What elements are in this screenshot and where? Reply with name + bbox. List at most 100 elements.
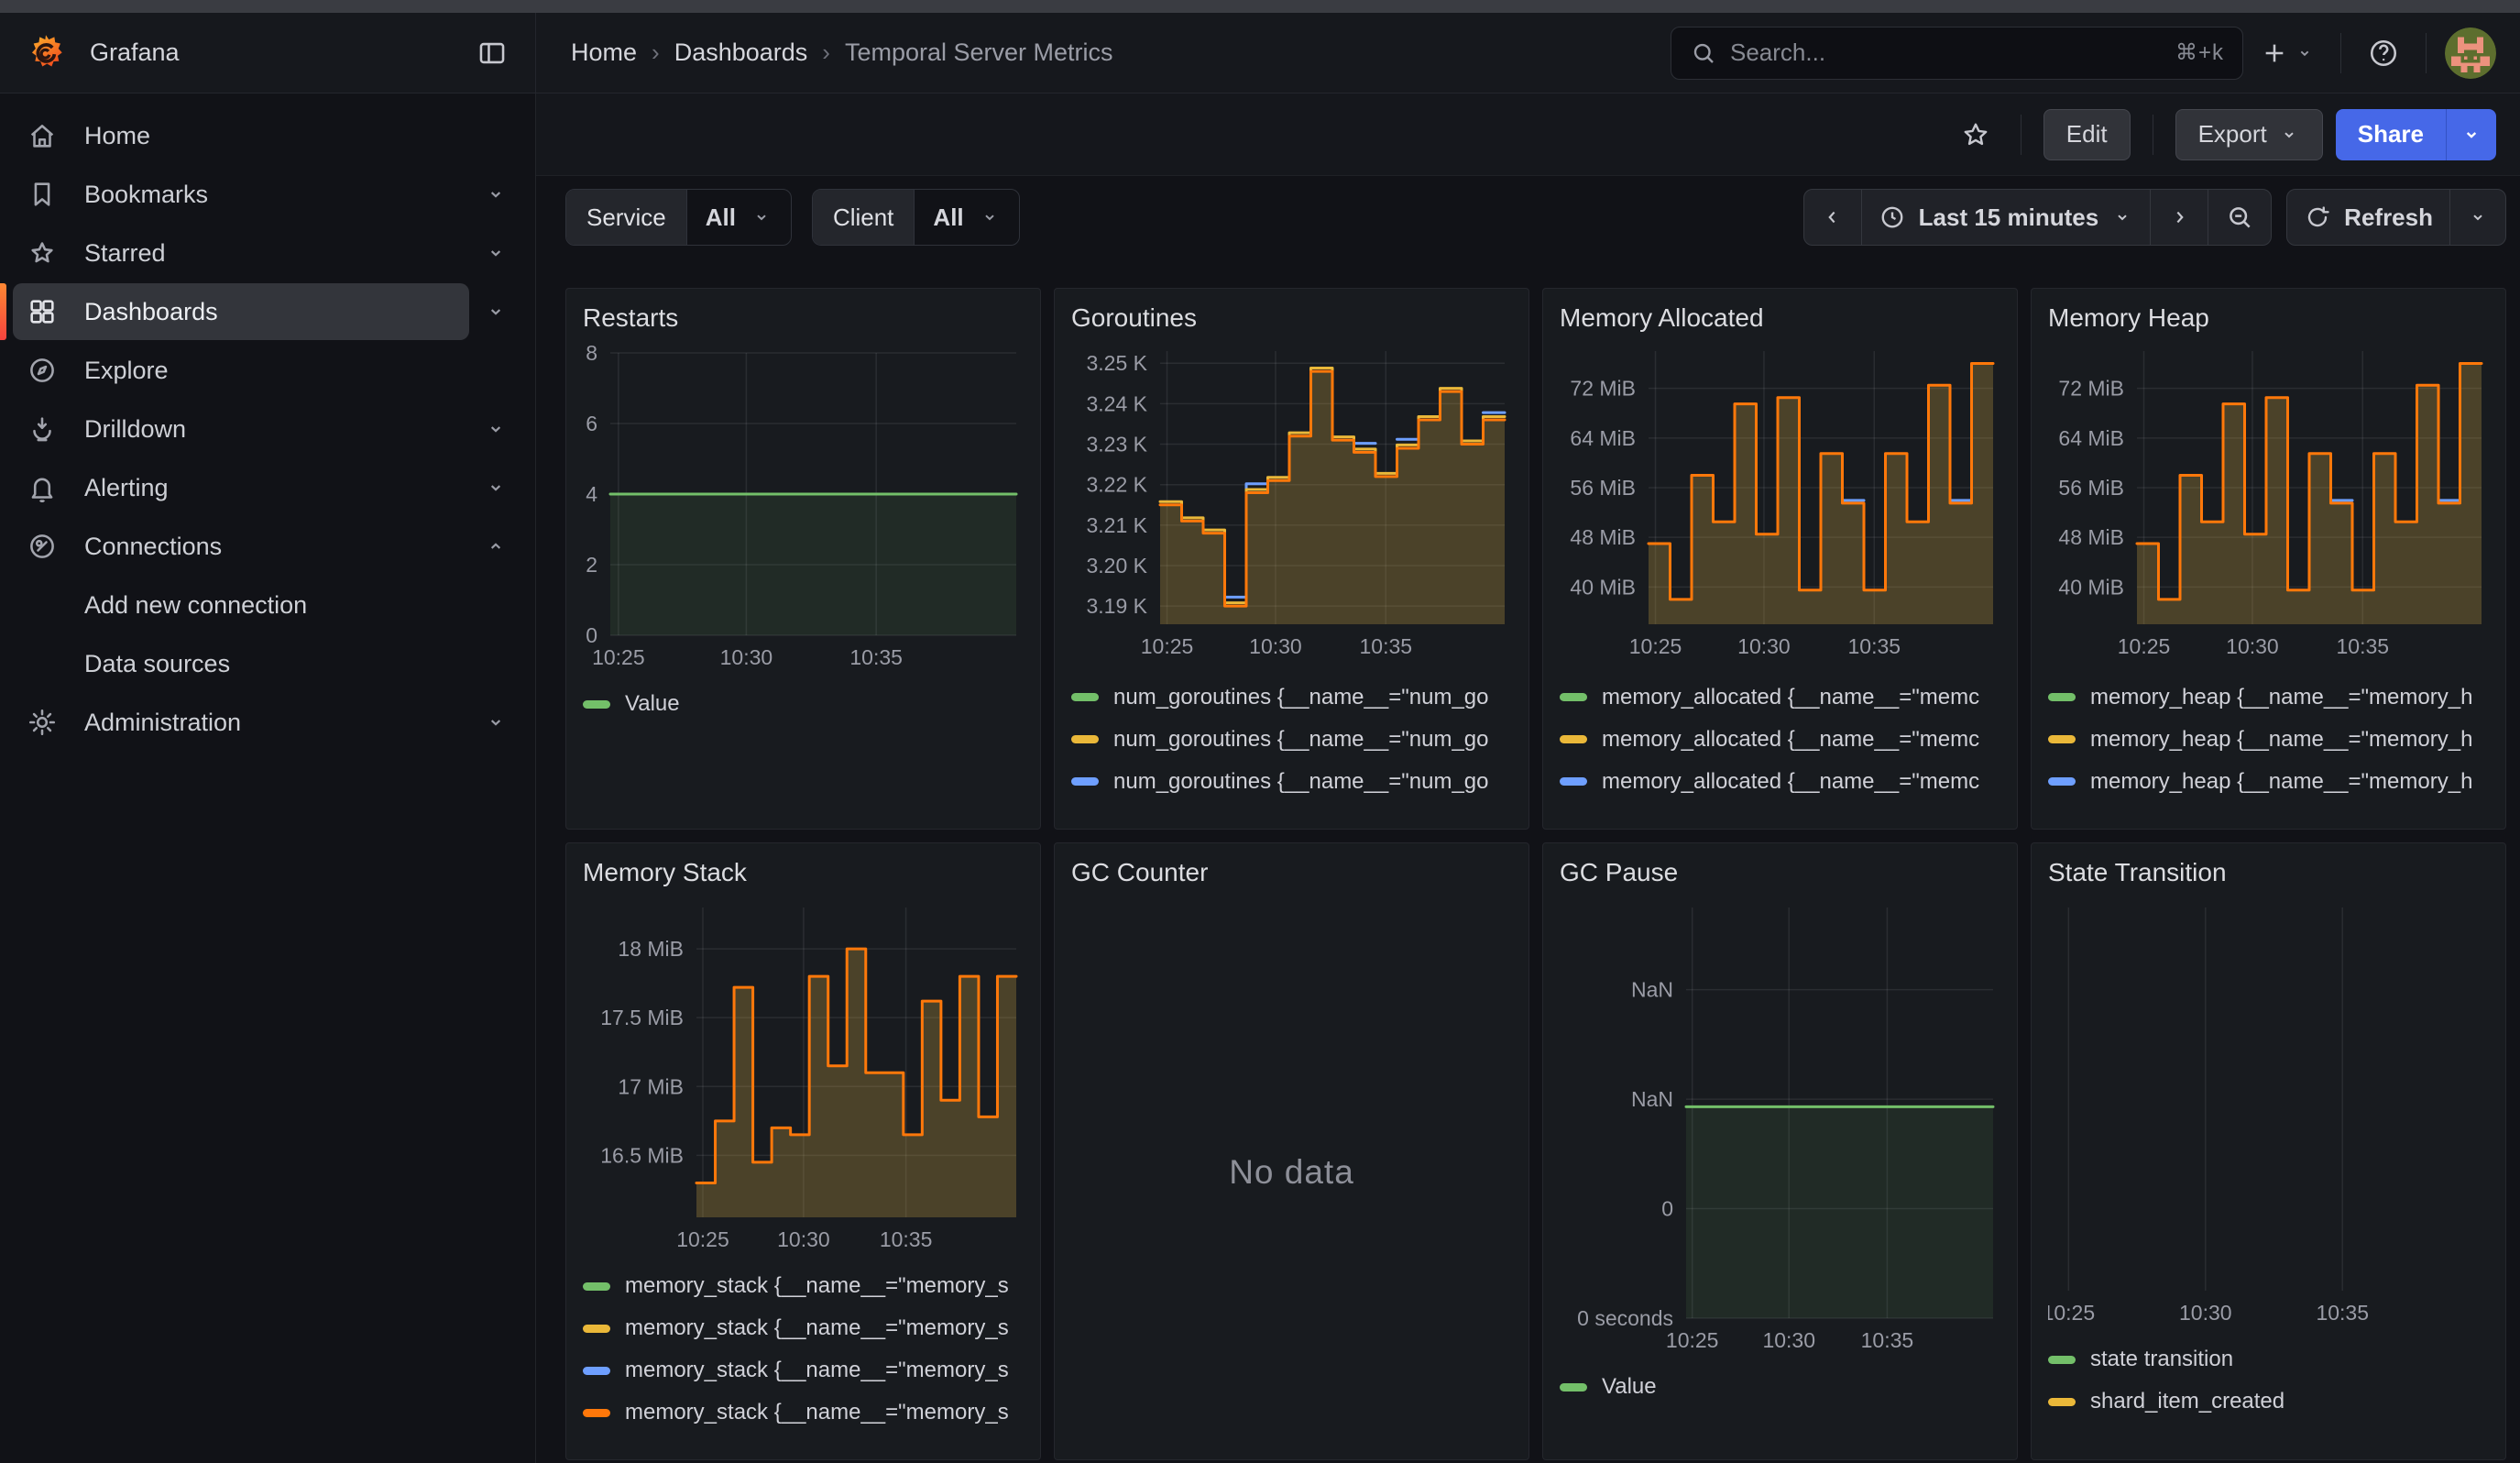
legend-item[interactable]: memory_heap {__name__="memory_h	[2048, 719, 2489, 761]
breadcrumb-home[interactable]: Home	[571, 38, 637, 67]
legend-item[interactable]: memory_heap {__name__="memory_h	[2048, 761, 2489, 803]
panel-title[interactable]: GC Counter	[1071, 858, 1512, 900]
client-variable-value[interactable]: All	[915, 190, 1018, 245]
sidebar-item-connections[interactable]: Connections	[0, 517, 535, 576]
legend-item[interactable]: memory_heap {__name__="memory_h	[2048, 803, 2489, 814]
sidebar-item-home[interactable]: Home	[0, 106, 535, 165]
svg-text:48 MiB: 48 MiB	[1570, 525, 1636, 549]
breadcrumb-separator: ›	[652, 38, 660, 67]
search-input[interactable]	[1730, 38, 2163, 67]
memory-allocated-legend: memory_allocated {__name__="memcmemory_a…	[1560, 676, 2000, 814]
legend-item[interactable]: memory_allocated {__name__="memc	[1560, 676, 2000, 719]
panel-memory-heap: Memory Heap 72 MiB64 MiB56 MiB48 MiB40 M…	[2031, 288, 2506, 830]
sidebar-item-data-sources[interactable]: Data sources	[0, 634, 535, 693]
bookmark-icon	[26, 179, 59, 210]
edit-button[interactable]: Edit	[2043, 109, 2131, 160]
svg-text:10:35: 10:35	[1861, 1328, 1914, 1352]
sidebar-item-label: Drilldown	[84, 415, 186, 444]
panel-title[interactable]: Memory Stack	[583, 858, 1024, 900]
help-button[interactable]	[2360, 29, 2407, 77]
legend-item[interactable]: Value	[1560, 1366, 2000, 1408]
panel-title[interactable]: Memory Heap	[2048, 303, 2489, 344]
legend-item[interactable]: shard_item_created	[2048, 1380, 2489, 1423]
svg-text:10:25: 10:25	[1141, 634, 1194, 658]
svg-text:8: 8	[586, 346, 597, 365]
memory-stack-chart[interactable]: 18 MiB17.5 MiB17 MiB16.5 MiB10:2510:3010…	[583, 900, 1024, 1258]
sidebar-item-explore[interactable]: Explore	[0, 341, 535, 400]
legend-item[interactable]: memory_stack {__name__="memory_s	[583, 1265, 1024, 1307]
service-variable: Service All	[565, 189, 792, 246]
user-avatar[interactable]	[2445, 28, 2496, 79]
breadcrumb-current-page: Temporal Server Metrics	[845, 38, 1113, 67]
memory-allocated-chart[interactable]: 72 MiB64 MiB56 MiB48 MiB40 MiB10:2510:30…	[1560, 344, 2000, 669]
sidebar-item-starred[interactable]: Starred	[0, 224, 535, 282]
breadcrumb-dashboards[interactable]: Dashboards	[674, 38, 808, 67]
svg-text:10:30: 10:30	[1737, 634, 1791, 658]
panel-title[interactable]: Goroutines	[1071, 303, 1512, 344]
search-box[interactable]: ⌘+k	[1671, 27, 2243, 80]
sidebar-item-dashboards[interactable]: Dashboards	[0, 282, 535, 341]
panel-title[interactable]: State Transition	[2048, 858, 2489, 900]
client-variable: Client All	[812, 189, 1020, 246]
svg-text:10:25: 10:25	[592, 645, 645, 669]
star-dashboard-button[interactable]	[1953, 112, 1999, 158]
legend-item[interactable]: memory_allocated {__name__="memc	[1560, 719, 2000, 761]
svg-text:10:35: 10:35	[849, 645, 903, 669]
legend-item[interactable]: memory_heap {__name__="memory_h	[2048, 676, 2489, 719]
restarts-chart[interactable]: 8642010:2510:3010:35	[583, 346, 1024, 676]
zoom-out-time-button[interactable]	[2208, 190, 2271, 245]
panel-title[interactable]: Memory Allocated	[1560, 303, 2000, 344]
window-top-strip	[0, 0, 2520, 13]
panel-title[interactable]: GC Pause	[1560, 858, 2000, 900]
legend-item[interactable]: memory_allocated {__name__="memc	[1560, 761, 2000, 803]
sidebar-toggle-button[interactable]	[469, 30, 515, 76]
memory-heap-chart[interactable]: 72 MiB64 MiB56 MiB48 MiB40 MiB10:2510:30…	[2048, 344, 2489, 669]
refresh-interval-dropdown[interactable]	[2449, 190, 2505, 245]
chevron-down-icon[interactable]	[484, 300, 508, 324]
sidebar-item-alerting[interactable]: Alerting	[0, 458, 535, 517]
legend-label: memory_heap {__name__="memory_h	[2090, 727, 2472, 753]
state-transition-chart[interactable]: 10:2510:3010:35	[2048, 900, 2489, 1331]
chevron-down-icon[interactable]	[484, 182, 508, 206]
share-dropdown-button[interactable]	[2446, 109, 2496, 160]
legend-item[interactable]: num_goroutines {__name__="num_go	[1071, 761, 1512, 803]
chevron-down-icon[interactable]	[484, 417, 508, 441]
chevron-down-icon[interactable]	[484, 241, 508, 265]
legend-item[interactable]: memory_stack {__name__="memory_s	[583, 1307, 1024, 1349]
time-shift-back-button[interactable]	[1804, 190, 1861, 245]
legend-item[interactable]: memory_allocated {__name__="memc	[1560, 803, 2000, 814]
legend-item[interactable]: num_goroutines {__name__="num_go	[1071, 676, 1512, 719]
time-range-picker-button[interactable]: Last 15 minutes	[1861, 190, 2151, 245]
sidebar-item-bookmarks[interactable]: Bookmarks	[0, 165, 535, 224]
export-button[interactable]: Export	[2175, 109, 2323, 160]
chevron-down-icon[interactable]	[484, 710, 508, 734]
legend-item[interactable]: memory_stack {__name__="memory_s	[583, 1392, 1024, 1434]
gc-pause-chart[interactable]: NaNNaN00 seconds10:2510:3010:35	[1560, 900, 2000, 1358]
legend-swatch	[1560, 693, 1587, 701]
connections-icon	[26, 531, 59, 562]
svg-text:56 MiB: 56 MiB	[2058, 476, 2124, 500]
legend-item[interactable]: memory_stack {__name__="memory_s	[583, 1349, 1024, 1392]
legend-item[interactable]: state transition	[2048, 1338, 2489, 1380]
refresh-button[interactable]: Refresh	[2287, 190, 2449, 245]
legend-label: memory_stack {__name__="memory_s	[625, 1400, 1009, 1425]
add-new-button[interactable]	[2252, 31, 2322, 75]
time-shift-forward-button[interactable]	[2150, 190, 2208, 245]
chevron-up-icon[interactable]	[484, 534, 508, 558]
sidebar-item-add-new-connection[interactable]: Add new connection	[0, 576, 535, 634]
legend-item[interactable]: Value	[583, 683, 1024, 725]
share-button[interactable]: Share	[2336, 109, 2446, 160]
chevron-down-icon	[2278, 124, 2300, 146]
sidebar-item-label: Add new connection	[84, 591, 307, 620]
svg-text:64 MiB: 64 MiB	[2058, 426, 2124, 450]
goroutines-chart[interactable]: 3.25 K3.24 K3.23 K3.22 K3.21 K3.20 K3.19…	[1071, 344, 1512, 669]
legend-item[interactable]: num_goroutines {__name__="num_go	[1071, 719, 1512, 761]
sidebar-item-drilldown[interactable]: Drilldown	[0, 400, 535, 458]
chevron-down-icon[interactable]	[484, 476, 508, 500]
svg-text:3.21 K: 3.21 K	[1087, 513, 1148, 537]
sidebar-item-administration[interactable]: Administration	[0, 693, 535, 752]
service-variable-value[interactable]: All	[687, 190, 791, 245]
panel-gc-counter: GC Counter No data	[1054, 842, 1529, 1460]
panel-title[interactable]: Restarts	[583, 303, 1024, 346]
legend-item[interactable]: num_goroutines {__name__="num_go	[1071, 803, 1512, 814]
